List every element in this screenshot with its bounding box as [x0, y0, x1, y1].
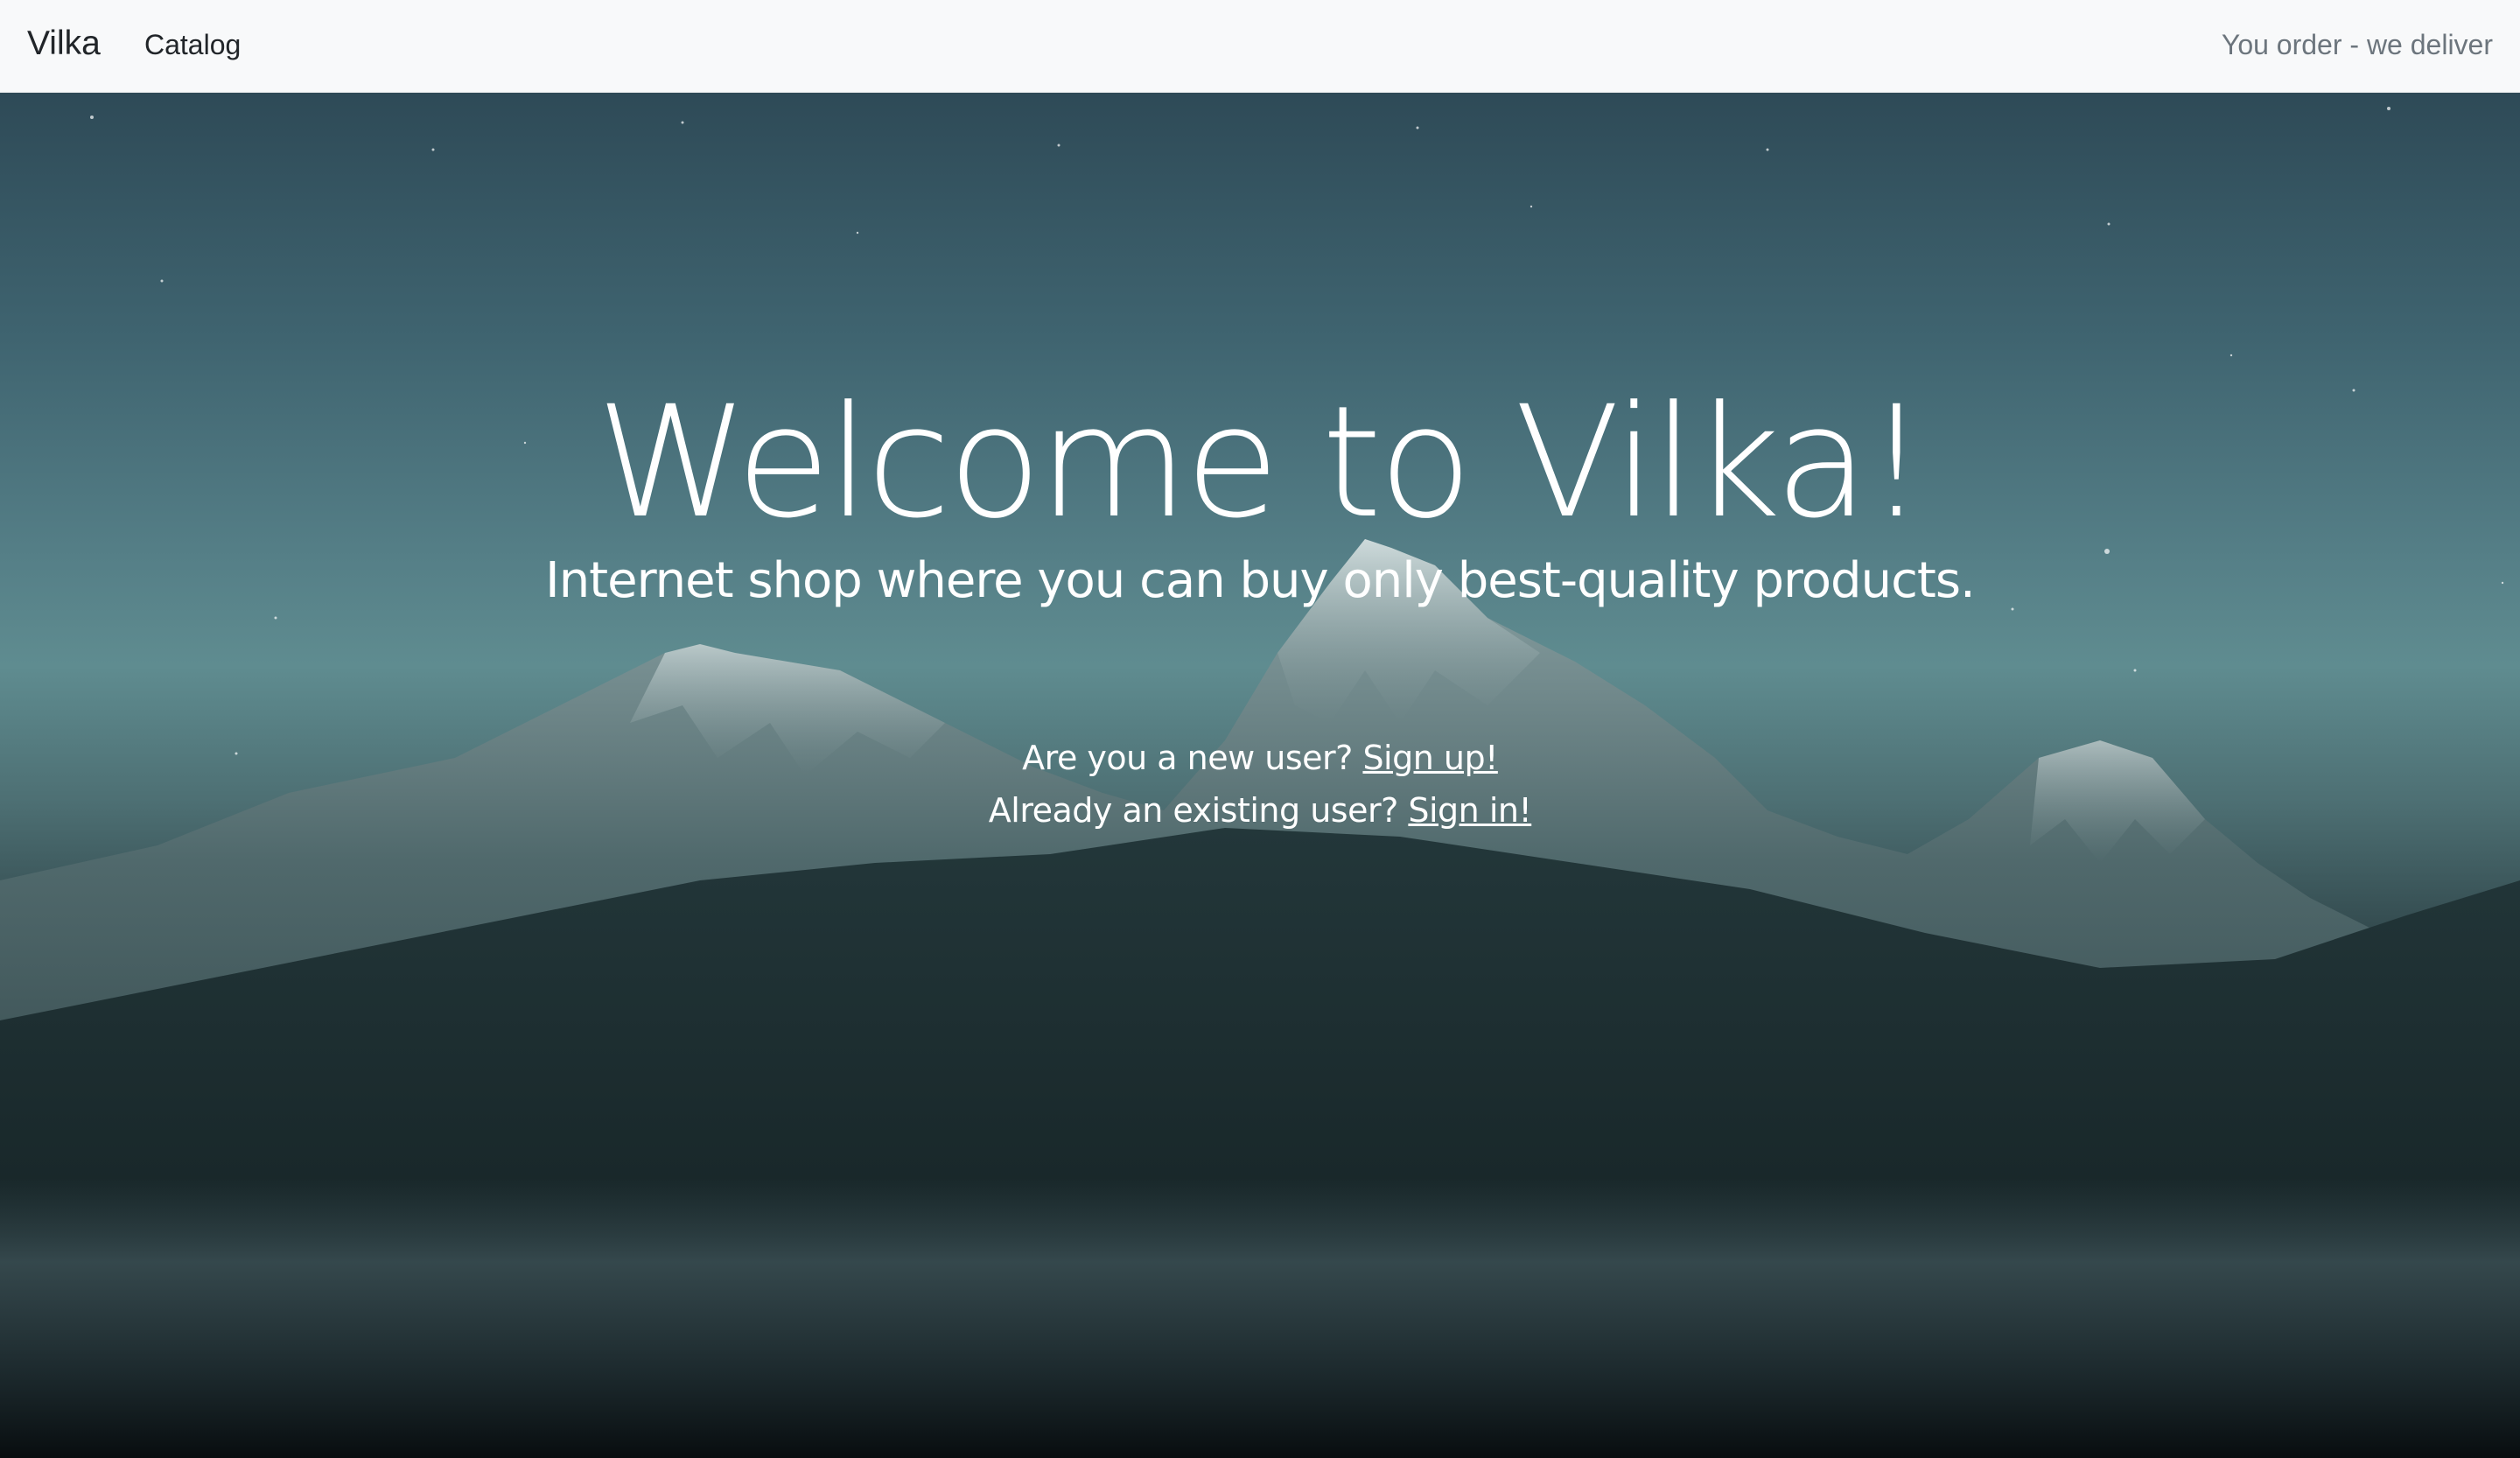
hero-section: Welcome to Vilka! Internet shop where yo… [0, 93, 2520, 1458]
signup-line: Are you a new user? Sign up! [0, 733, 2520, 783]
navbar-tagline: You order - we deliver [2221, 29, 2493, 60]
signin-line: Already an existing user? Sign in! [0, 785, 2520, 836]
hero-subtitle: Internet shop where you can buy only bes… [545, 552, 1976, 609]
nav-link-catalog[interactable]: Catalog [144, 25, 241, 65]
signup-prompt: Are you a new user? [1022, 739, 1353, 777]
signin-prompt: Already an existing user? [988, 791, 1399, 830]
brand-link[interactable]: Vilka [27, 21, 101, 67]
signin-link[interactable]: Sign in! [1408, 791, 1531, 830]
signup-link[interactable]: Sign up! [1362, 739, 1498, 777]
hero-title: Welcome to Vilka! [596, 372, 1927, 552]
top-navbar: Vilka Catalog You order - we deliver [0, 0, 2520, 93]
